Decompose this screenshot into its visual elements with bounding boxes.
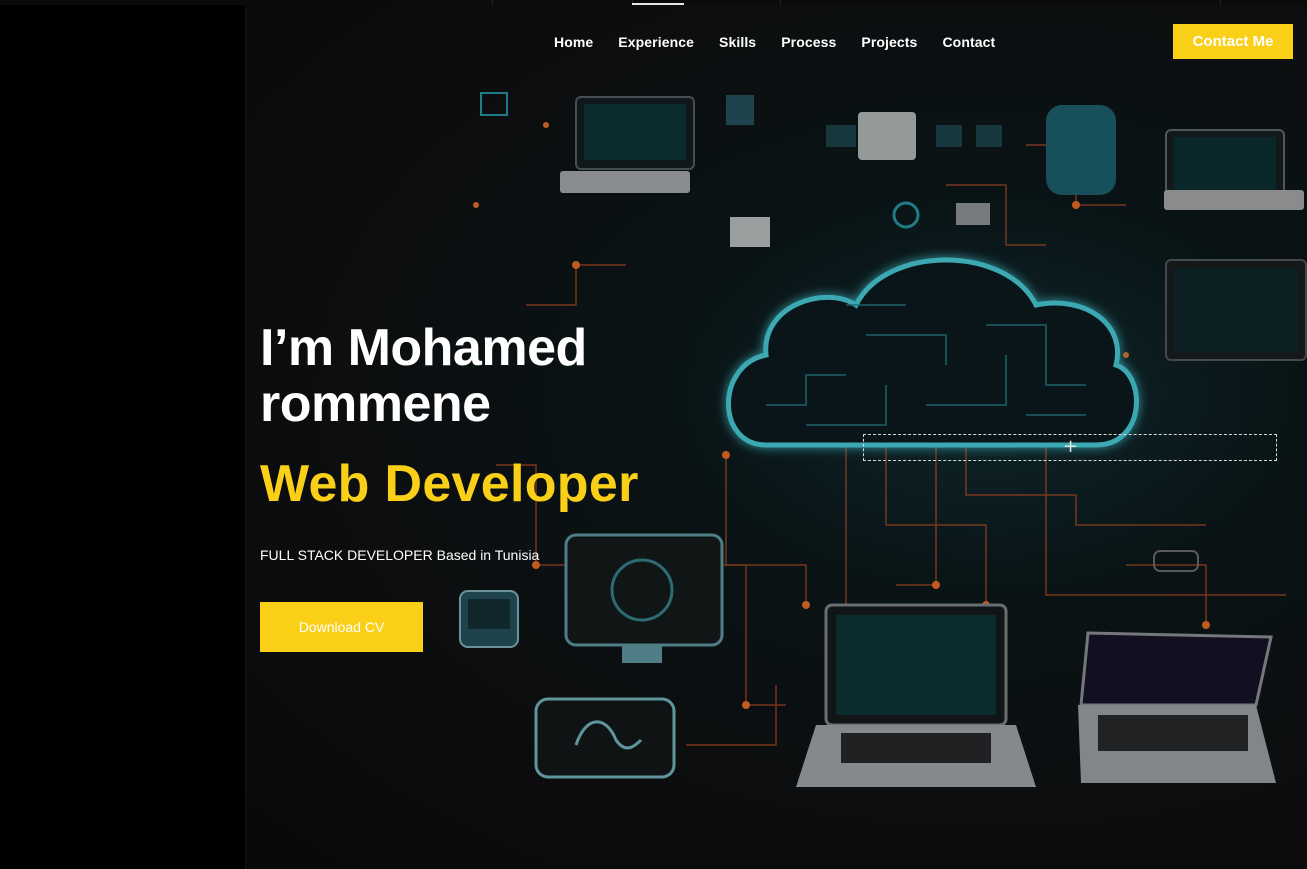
download-cv-button[interactable]: Download CV <box>260 602 423 652</box>
main-nav: Home Experience Skills Process Projects … <box>554 34 995 50</box>
contact-me-button[interactable]: Contact Me <box>1173 24 1293 59</box>
nav-process[interactable]: Process <box>781 34 836 50</box>
nav-home[interactable]: Home <box>554 34 593 50</box>
plus-icon: + <box>1063 436 1079 457</box>
hero-title: I’m Mohamed rommene <box>260 319 587 433</box>
hero-subtitle: Web Developer <box>260 455 639 513</box>
nav-projects[interactable]: Projects <box>861 34 917 50</box>
nav-skills[interactable]: Skills <box>719 34 756 50</box>
left-sidebar-panel <box>0 0 246 869</box>
hero-tagline: FULL STACK DEVELOPER Based in Tunisia <box>260 547 540 563</box>
nav-contact[interactable]: Contact <box>942 34 995 50</box>
nav-experience[interactable]: Experience <box>618 34 694 50</box>
